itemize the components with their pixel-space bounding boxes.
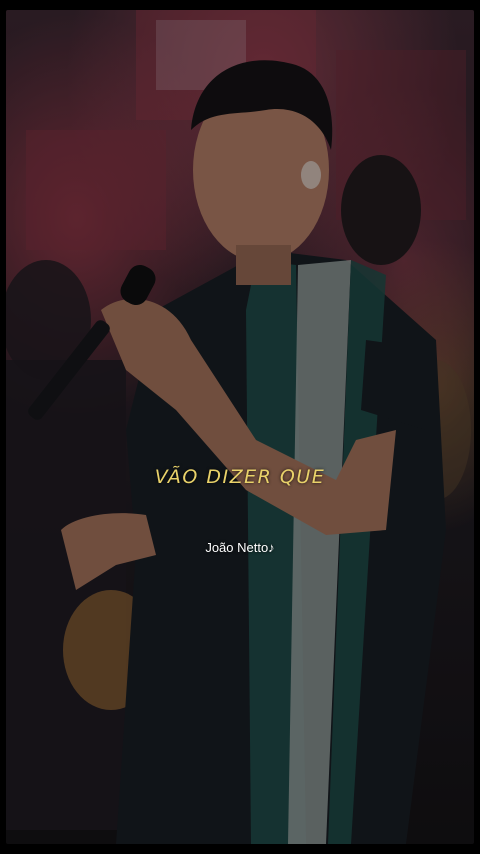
lyric-caption: VÃO DIZER QUE: [154, 466, 326, 488]
stage-scene: [6, 10, 474, 844]
video-screen[interactable]: VÃO DIZER QUE João Netto♪: [0, 0, 480, 854]
vignette-overlay: [6, 10, 474, 844]
artist-credit: João Netto♪: [205, 540, 275, 555]
concert-photo: [6, 10, 474, 844]
